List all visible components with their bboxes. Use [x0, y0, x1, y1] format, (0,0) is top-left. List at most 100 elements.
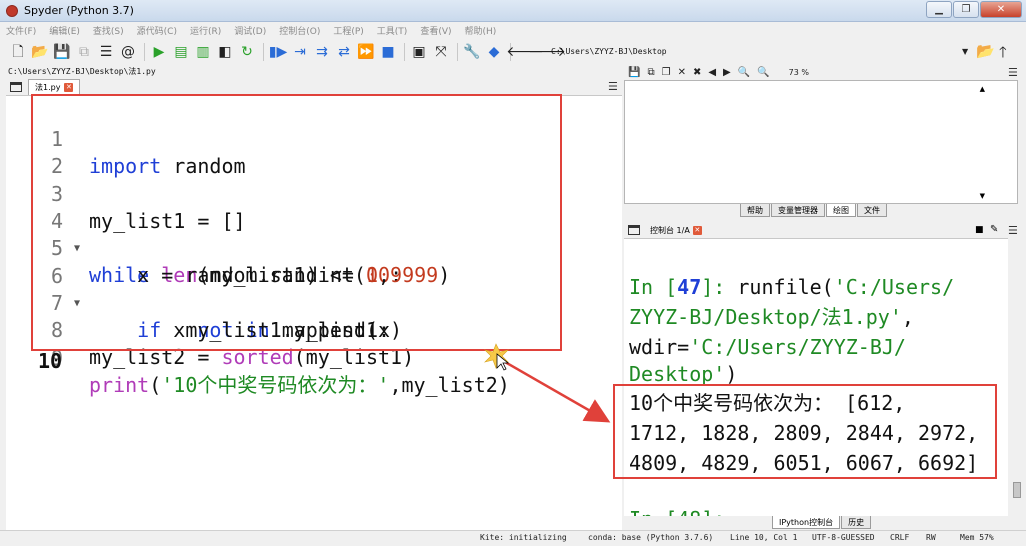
- rerun-icon[interactable]: ↻: [237, 42, 257, 62]
- window-title: Spyder (Python 3.7): [24, 4, 134, 17]
- browse-tabs-icon[interactable]: [10, 82, 22, 92]
- save-all-icon[interactable]: ⧉: [74, 42, 94, 62]
- console-line: ZYYZ-BJ/Desktop/法1.py',: [629, 303, 914, 332]
- tab-variable-explorer[interactable]: 变量管理器: [771, 204, 825, 217]
- copy-icon[interactable]: ⧉: [647, 67, 654, 78]
- console-token: 'C:/Users/: [833, 275, 955, 299]
- code-line: 1 import random: [0, 99, 246, 178]
- run-file-icon[interactable]: ▶: [149, 42, 169, 62]
- fullscreen-icon[interactable]: ⤧: [431, 42, 451, 62]
- permissions-status: RW: [926, 533, 936, 542]
- step-icon[interactable]: ⇥: [290, 42, 310, 62]
- console-line: wdir='C:/Users/ZYYZ-BJ/: [629, 333, 906, 362]
- code-line: 8 my_list2 = sorted(my_list1): [0, 290, 414, 369]
- menu-file[interactable]: 文件(F): [6, 24, 36, 37]
- continue-icon[interactable]: ⏩: [356, 42, 376, 62]
- tab-ipython-console[interactable]: IPython控制台: [772, 516, 841, 529]
- menu-bar: 文件(F) 编辑(E) 查找(S) 源代码(C) 运行(R) 调试(D) 控制台…: [0, 22, 1026, 39]
- pane-options-menu-icon[interactable]: ☰: [1008, 66, 1018, 79]
- zoom-in-icon[interactable]: 🔍: [757, 67, 769, 78]
- preferences-wrench-icon[interactable]: 🔧: [462, 42, 482, 62]
- close-button[interactable]: ✕: [980, 1, 1022, 18]
- scrollbar-thumb[interactable]: [1013, 482, 1021, 498]
- scroll-up-icon[interactable]: ▲: [980, 85, 985, 93]
- menu-debug[interactable]: 调试(D): [234, 24, 266, 37]
- remove-icon[interactable]: ✕: [678, 67, 686, 78]
- console-token: 47: [677, 275, 702, 299]
- cursor-position: Line 10, Col 1: [730, 533, 798, 542]
- toolbar-separator: [263, 43, 264, 61]
- console-line: In [47]: runfile('C:/Users/: [629, 273, 954, 302]
- code-token: (: [149, 373, 162, 397]
- plots-pane: ▲ ▼: [624, 80, 1018, 204]
- edit-icon[interactable]: ✎: [990, 224, 998, 235]
- run-selection-icon[interactable]: ◧: [215, 42, 235, 62]
- code-line: 3 my_list1 = []: [0, 154, 246, 233]
- working-directory-input[interactable]: C:\Users\ZYYZ-BJ\Desktop: [551, 45, 973, 59]
- console-options-menu-icon[interactable]: ☰: [1008, 224, 1018, 237]
- console-token: ZYYZ-BJ/Desktop/法1.py': [629, 305, 902, 329]
- close-tab-icon[interactable]: ✕: [64, 83, 74, 92]
- console-tabs: 控制台 1/A ✕: [628, 222, 702, 238]
- remove-all-icon[interactable]: ✖: [693, 67, 701, 78]
- code-token: '10个中奖号码依次为：': [161, 373, 390, 397]
- stop-kernel-icon[interactable]: ■: [975, 225, 984, 235]
- chevron-down-icon[interactable]: ▼: [962, 45, 968, 59]
- tab-help[interactable]: 帮助: [740, 204, 770, 217]
- code-line: 4 ▼ while len(my_list1) <= 10:: [0, 181, 402, 287]
- tab-file[interactable]: 法1.py ✕: [28, 79, 81, 95]
- tab-plots[interactable]: 绘图: [826, 204, 856, 217]
- zoom-out-icon[interactable]: 🔍: [738, 67, 750, 78]
- save-file-icon[interactable]: 💾: [52, 42, 72, 62]
- minimize-button[interactable]: ▁: [926, 1, 952, 18]
- menu-source[interactable]: 源代码(C): [137, 24, 177, 37]
- python-path-icon[interactable]: ◆: [484, 42, 504, 62]
- menu-consoles[interactable]: 控制台(O): [279, 24, 320, 37]
- run-cell-icon[interactable]: ▤: [171, 42, 191, 62]
- tab-history[interactable]: 历史: [841, 516, 872, 529]
- editor-file-path: C:\Users\ZYYZ-BJ\Desktop\法1.py: [8, 67, 156, 76]
- toolbar-separator: [457, 43, 458, 61]
- toolbar-separator: [144, 43, 145, 61]
- menu-edit[interactable]: 编辑(E): [49, 24, 80, 37]
- stop-debug-icon[interactable]: ■: [378, 42, 398, 62]
- console-bottom-tabs: IPython控制台 历史: [772, 516, 872, 530]
- console-token: In [: [629, 275, 678, 299]
- tab-console[interactable]: 控制台 1/A ✕: [650, 225, 702, 236]
- menu-help[interactable]: 帮助(H): [465, 24, 497, 37]
- editor-options-menu-icon[interactable]: ☰: [608, 80, 618, 93]
- step-return-icon[interactable]: ⇄: [334, 42, 354, 62]
- open-file-icon[interactable]: 📂: [30, 42, 50, 62]
- run-cell-advance-icon[interactable]: ▥: [193, 42, 213, 62]
- menu-run[interactable]: 运行(R): [190, 24, 221, 37]
- maximize-pane-icon[interactable]: ▣: [409, 42, 429, 62]
- save-icon[interactable]: 💾: [628, 67, 640, 78]
- browse-tabs-icon[interactable]: ☰: [96, 42, 116, 62]
- duplicate-icon[interactable]: ❐: [662, 67, 671, 78]
- next-icon[interactable]: ▶: [723, 67, 731, 78]
- close-tab-icon[interactable]: ✕: [692, 225, 702, 235]
- step-into-icon[interactable]: ⇉: [312, 42, 332, 62]
- console-token: ,: [901, 305, 914, 329]
- browse-folder-icon[interactable]: 📂: [976, 42, 995, 60]
- console-scrollbar[interactable]: [1010, 238, 1024, 508]
- menu-search[interactable]: 查找(S): [93, 24, 124, 37]
- debug-icon[interactable]: ▮▶: [268, 42, 288, 62]
- menu-tools[interactable]: 工具(T): [377, 24, 408, 37]
- help-pane-toolbar: 💾 ⧉ ❐ ✕ ✖ ◀ ▶ 🔍 🔍 73 %: [624, 64, 1026, 80]
- scroll-down-icon[interactable]: ▼: [980, 192, 985, 200]
- browse-tabs-icon[interactable]: [628, 225, 640, 235]
- encoding-status: UTF-8-GUESSED: [812, 533, 875, 542]
- right-pane-tabs: 帮助 变量管理器 绘图 文件: [740, 204, 888, 218]
- previous-icon[interactable]: ◀: [708, 67, 716, 78]
- code-line: 5 x = random.randint(0,9999): [0, 208, 450, 287]
- menu-view[interactable]: 查看(V): [420, 24, 451, 37]
- conda-status: conda: base (Python 3.7.6): [588, 533, 714, 542]
- title-bar: Spyder (Python 3.7) ▁ ❐ ✕: [0, 0, 1026, 22]
- tab-files[interactable]: 文件: [857, 204, 887, 217]
- menu-projects[interactable]: 工程(P): [333, 24, 363, 37]
- new-file-icon[interactable]: 🗋: [8, 42, 28, 62]
- console-next-prompt: In [48]:: [629, 505, 725, 516]
- at-icon[interactable]: @: [118, 42, 138, 62]
- maximize-button[interactable]: ❐: [953, 1, 979, 18]
